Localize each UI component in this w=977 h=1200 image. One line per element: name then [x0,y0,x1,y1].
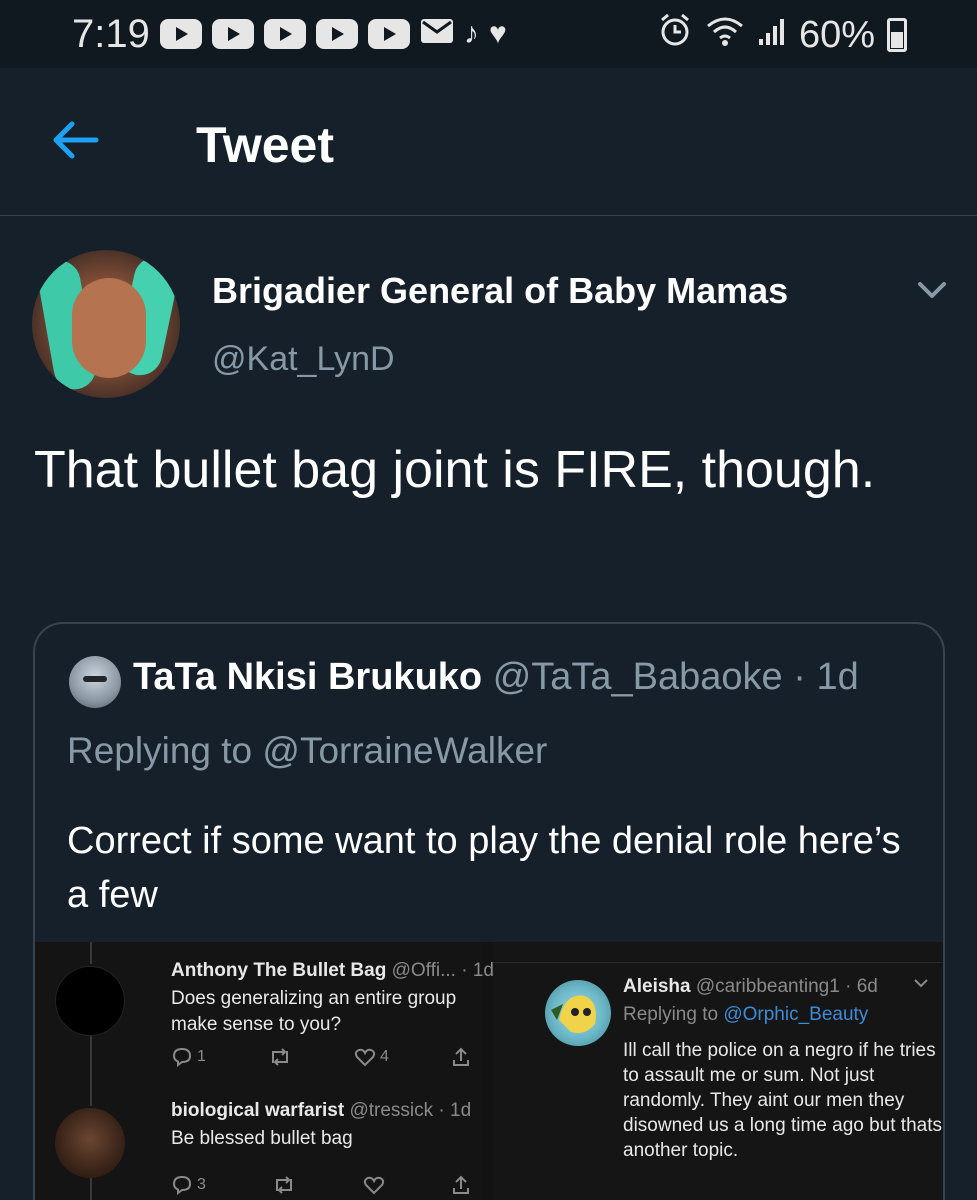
alarm-icon [657,12,693,58]
status-right: 60% [657,12,907,58]
tweet-text: That bullet bag joint is FIRE, though. [34,441,876,499]
reply-meta: @Offi... · 1d [391,960,494,981]
replying-label: Replying to [67,730,253,771]
back-arrow-icon[interactable] [50,118,100,162]
reply-author-name: Anthony The Bullet Bag [171,960,387,981]
replying-to: Replying to @TorraineWalker [67,730,547,772]
retweet-icon [268,1047,292,1067]
replying-mention: @TorraineWalker [262,730,548,771]
reply-icon: 1 [171,1047,206,1067]
reply-author-name: Aleisha [623,976,691,997]
quoted-author-avatar [69,656,121,708]
chevron-down-icon [913,976,929,994]
image-panel-right: Aleisha @caribbeanting1 · 6d Replying to… [493,942,943,1200]
replying-label: Replying to [623,1004,719,1025]
quoted-media-image[interactable]: Anthony The Bullet Bag @Offi... · 1d Doe… [35,942,943,1200]
reply-actions: 3 [171,1174,471,1196]
chevron-down-icon[interactable] [912,276,952,304]
reply-count: 3 [197,1176,206,1193]
youtube-icon [264,19,306,49]
youtube-icon [316,19,358,49]
quoted-handle-time: @TaTa_Babaoke · 1d [492,656,859,698]
top-bar: Tweet [0,68,977,216]
notification-icons: ♪ ♥ [160,18,507,50]
author-handle[interactable]: @Kat_LynD [212,340,395,379]
mail-icon [420,18,454,50]
youtube-icon [212,19,254,49]
avatar [545,980,611,1046]
quoted-author-name: TaTa Nkisi Brukuko [133,656,483,698]
replying-to: Replying to @Orphic_Beauty [623,1004,868,1026]
reply-header: Anthony The Bullet Bag @Offi... · 1d [171,960,494,982]
replying-mention: @Orphic_Beauty [723,1004,869,1025]
image-panel-left: Anthony The Bullet Bag @Offi... · 1d Doe… [35,942,494,1200]
wifi-icon [705,14,745,57]
heart-icon: ♥ [489,17,507,50]
music-icon: ♪ [464,17,479,50]
youtube-icon [368,19,410,49]
quoted-tweet-text: Correct if some want to play the denial … [67,820,901,916]
author-avatar[interactable] [32,250,180,398]
divider [493,962,943,963]
share-icon [451,1174,471,1196]
reply-author-name: biological warfarist [171,1100,345,1121]
reply-text: Be blessed bullet bag [171,1128,353,1149]
heart-icon: 4 [354,1047,389,1067]
reply-text: Ill call the police on a negro if he tri… [623,1040,942,1161]
battery-percent: 60% [798,13,875,56]
battery-icon [887,18,907,52]
avatar [55,966,125,1036]
status-time: 7:19 [72,12,150,56]
thread-line [90,942,92,964]
heart-icon [363,1175,385,1195]
reply-header: biological warfarist @tressick · 1d [171,1100,471,1122]
reply-icon: 3 [171,1175,206,1195]
reply-text: Does generalizing an entire group make s… [171,988,457,1035]
reply-actions: 1 4 [171,1046,471,1068]
avatar [55,1108,125,1178]
reply-header: Aleisha @caribbeanting1 · 6d [623,976,878,998]
page-title: Tweet [196,117,334,173]
reply-meta: @caribbeanting1 · 6d [695,976,878,997]
thread-line [90,1178,92,1200]
author-name[interactable]: Brigadier General of Baby Mamas [212,270,788,312]
thread-line [90,1024,92,1106]
status-bar: 7:19 ♪ ♥ 60% [0,0,977,68]
share-icon [451,1046,471,1068]
signal-icon [757,14,787,57]
like-count: 4 [380,1048,389,1065]
reply-count: 1 [197,1048,206,1065]
retweet-icon [272,1175,296,1195]
youtube-icon [160,19,202,49]
quoted-author-line: TaTa Nkisi Brukuko @TaTa_Babaoke · 1d [133,656,859,699]
reply-meta: @tressick · 1d [349,1100,472,1121]
quoted-tweet[interactable]: TaTa Nkisi Brukuko @TaTa_Babaoke · 1d Re… [33,622,945,1200]
